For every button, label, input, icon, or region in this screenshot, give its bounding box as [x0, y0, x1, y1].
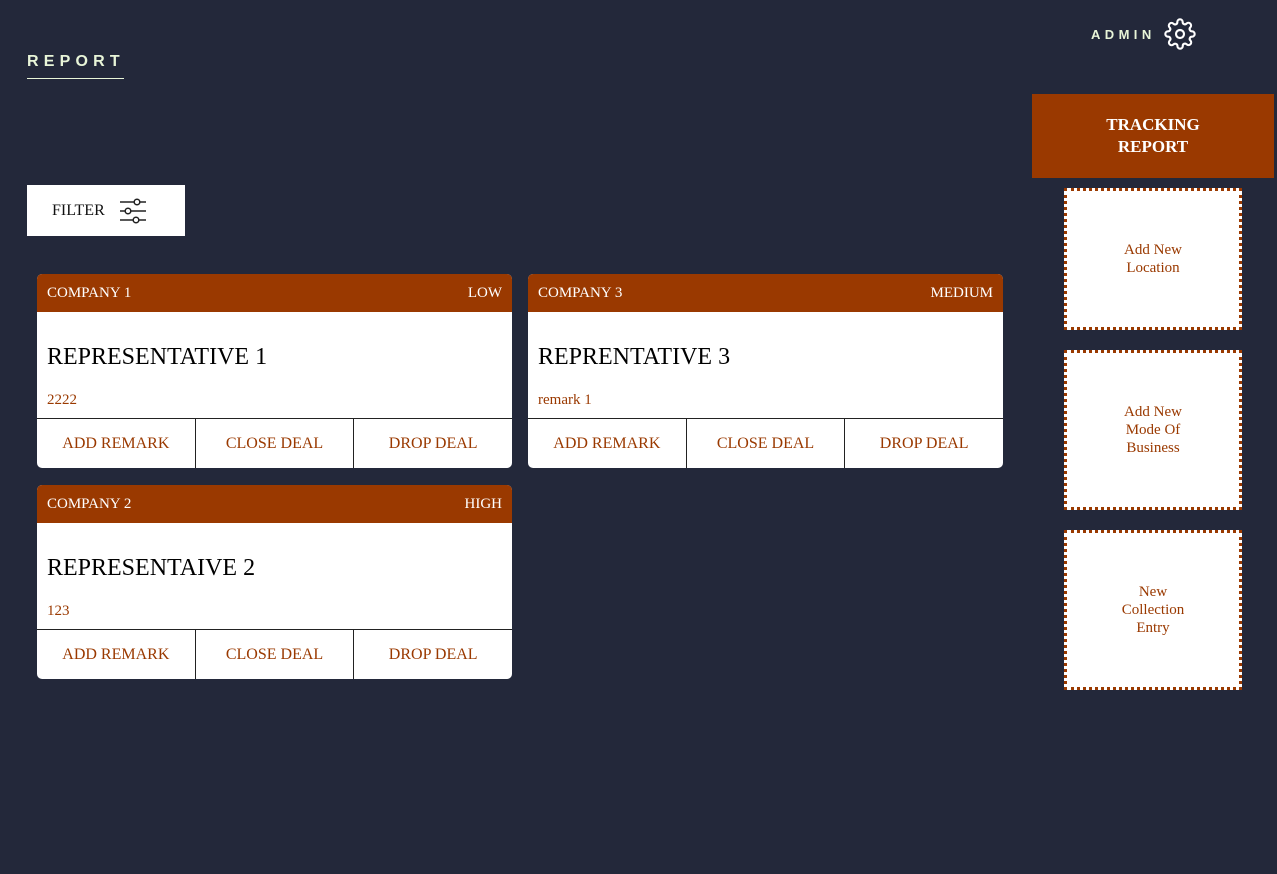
- card-body: REPRENTATIVE 3 remark 1: [528, 312, 1003, 419]
- card-actions: ADD REMARK CLOSE DEAL DROP DEAL: [37, 419, 512, 468]
- gear-icon[interactable]: [1163, 18, 1196, 50]
- page-title: REPORT: [27, 52, 124, 79]
- drop-deal-button[interactable]: DROP DEAL: [354, 630, 512, 679]
- close-deal-button[interactable]: CLOSE DEAL: [196, 419, 355, 468]
- card-header: COMPANY 1 LOW: [37, 274, 512, 312]
- add-new-mode-of-business-label: Add New Mode Of Business: [1124, 404, 1182, 456]
- tracking-report-label: TRACKING REPORT: [1106, 115, 1200, 156]
- drop-deal-button[interactable]: DROP DEAL: [845, 419, 1003, 468]
- deal-card: COMPANY 2 HIGH REPRESENTAIVE 2 123 ADD R…: [37, 485, 512, 679]
- drop-deal-button[interactable]: DROP DEAL: [354, 419, 512, 468]
- tracking-report-button[interactable]: TRACKING REPORT: [1032, 94, 1274, 178]
- add-new-location-button[interactable]: Add New Location: [1064, 188, 1242, 330]
- add-remark-button[interactable]: ADD REMARK: [37, 419, 196, 468]
- priority-badge: HIGH: [464, 495, 503, 512]
- close-deal-button[interactable]: CLOSE DEAL: [687, 419, 846, 468]
- priority-badge: MEDIUM: [930, 284, 994, 301]
- card-body: REPRESENTATIVE 1 2222: [37, 312, 512, 419]
- deal-card: COMPANY 3 MEDIUM REPRENTATIVE 3 remark 1…: [528, 274, 1003, 468]
- add-new-mode-of-business-button[interactable]: Add New Mode Of Business: [1064, 350, 1242, 510]
- representative-name: REPRESENTATIVE 1: [47, 344, 268, 370]
- company-name: COMPANY 2: [47, 495, 132, 512]
- admin-label: ADMIN: [1091, 26, 1156, 42]
- company-name: COMPANY 3: [538, 284, 623, 301]
- remark-text: remark 1: [538, 392, 592, 408]
- user-menu[interactable]: ADMIN: [1091, 18, 1196, 50]
- filter-button[interactable]: FILTER: [27, 185, 185, 236]
- representative-name: REPRENTATIVE 3: [538, 344, 731, 370]
- new-collection-entry-button[interactable]: New Collection Entry: [1064, 530, 1242, 690]
- priority-badge: LOW: [467, 284, 502, 301]
- remark-text: 123: [47, 603, 70, 619]
- deal-card: COMPANY 1 LOW REPRESENTATIVE 1 2222 ADD …: [37, 274, 512, 468]
- remark-text: 2222: [47, 392, 77, 408]
- card-header: COMPANY 2 HIGH: [37, 485, 512, 523]
- close-deal-button[interactable]: CLOSE DEAL: [196, 630, 355, 679]
- company-name: COMPANY 1: [47, 284, 132, 301]
- add-remark-button[interactable]: ADD REMARK: [528, 419, 687, 468]
- card-actions: ADD REMARK CLOSE DEAL DROP DEAL: [37, 630, 512, 679]
- sliders-icon: [119, 197, 146, 224]
- add-remark-button[interactable]: ADD REMARK: [37, 630, 196, 679]
- representative-name: REPRESENTAIVE 2: [47, 555, 256, 581]
- filter-label: FILTER: [52, 201, 105, 219]
- add-new-location-label: Add New Location: [1124, 242, 1182, 276]
- card-body: REPRESENTAIVE 2 123: [37, 523, 512, 630]
- new-collection-entry-label: New Collection Entry: [1121, 584, 1185, 636]
- card-header: COMPANY 3 MEDIUM: [528, 274, 1003, 312]
- card-actions: ADD REMARK CLOSE DEAL DROP DEAL: [528, 419, 1003, 468]
